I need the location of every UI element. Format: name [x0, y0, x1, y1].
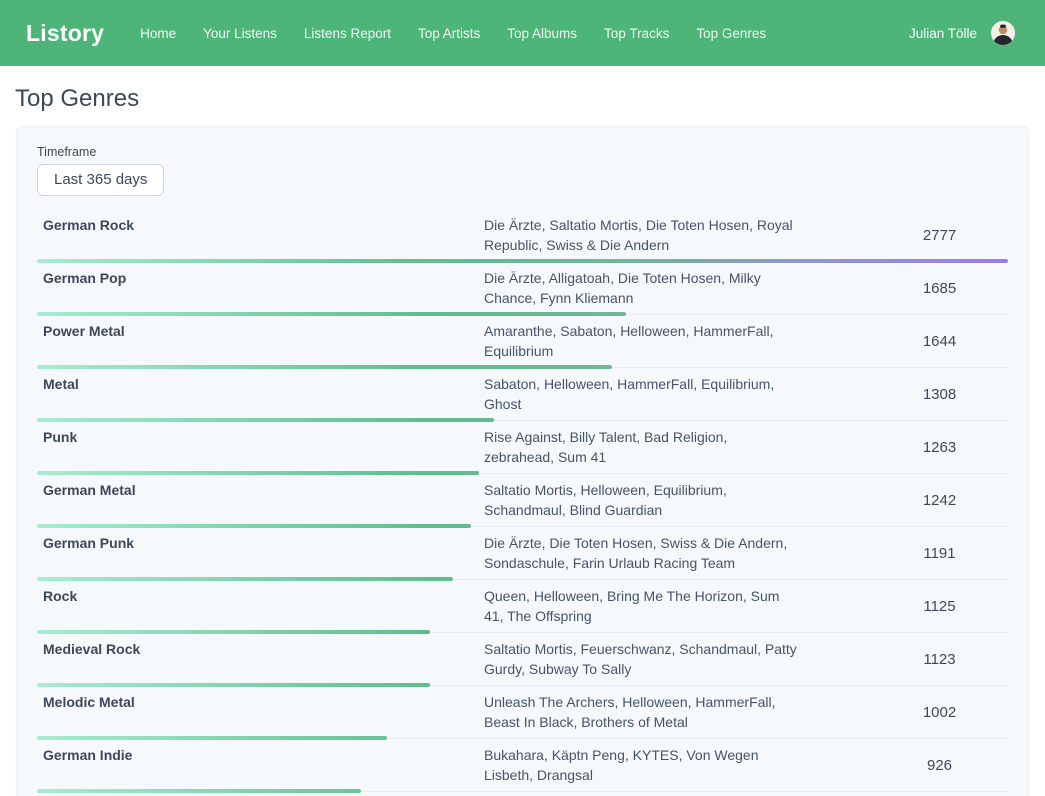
nav-item-top-genres[interactable]: Top Genres — [696, 26, 766, 41]
nav-item-top-tracks[interactable]: Top Tracks — [604, 26, 669, 41]
genre-artists: Saltatio Mortis, Helloween, Equilibrium,… — [484, 480, 799, 520]
top-genres-card: Timeframe Last 365 days German Rock Die … — [16, 126, 1029, 796]
user-photo-icon — [991, 21, 1015, 45]
genre-artists: Die Ärzte, Alligatoah, Die Toten Hosen, … — [484, 268, 799, 308]
timeframe-select[interactable]: Last 365 days — [37, 164, 164, 196]
table-row: German Punk Die Ärzte, Die Toten Hosen, … — [37, 527, 1008, 580]
genre-count: 1263 — [799, 439, 1008, 456]
genre-artists: Die Ärzte, Saltatio Mortis, Die Toten Ho… — [484, 215, 799, 255]
user-avatar[interactable] — [991, 21, 1015, 45]
app-logo[interactable]: Listory — [26, 20, 104, 47]
page-title: Top Genres — [15, 85, 1029, 113]
genre-count: 1123 — [799, 651, 1008, 668]
genre-count: 1644 — [799, 333, 1008, 350]
user-name[interactable]: Julian Tölle — [909, 26, 977, 41]
genre-artists: Saltatio Mortis, Feuerschwanz, Schandmau… — [484, 639, 799, 679]
main-navigation: Home Your Listens Listens Report Top Art… — [140, 26, 766, 41]
genre-name: German Indie — [37, 745, 484, 785]
nav-item-home[interactable]: Home — [140, 26, 176, 41]
table-row: Punk Rise Against, Billy Talent, Bad Rel… — [37, 421, 1008, 474]
nav-item-top-albums[interactable]: Top Albums — [507, 26, 577, 41]
genre-artists: Rise Against, Billy Talent, Bad Religion… — [484, 427, 799, 467]
genre-artists: Sabaton, Helloween, HammerFall, Equilibr… — [484, 374, 799, 414]
genre-table: German Rock Die Ärzte, Saltatio Mortis, … — [37, 209, 1008, 792]
genre-name: Medieval Rock — [37, 639, 484, 679]
genre-artists: Queen, Helloween, Bring Me The Horizon, … — [484, 586, 799, 626]
timeframe-label: Timeframe — [37, 145, 1008, 159]
genre-count: 1191 — [799, 545, 1008, 562]
nav-item-listens-report[interactable]: Listens Report — [304, 26, 391, 41]
genre-name: Punk — [37, 427, 484, 467]
table-row: German Rock Die Ärzte, Saltatio Mortis, … — [37, 209, 1008, 262]
genre-artists: Amaranthe, Sabaton, Helloween, HammerFal… — [484, 321, 799, 361]
genre-name: German Rock — [37, 215, 484, 255]
table-row: Power Metal Amaranthe, Sabaton, Hellowee… — [37, 315, 1008, 368]
genre-name: Rock — [37, 586, 484, 626]
genre-count: 1002 — [799, 704, 1008, 721]
nav-item-top-artists[interactable]: Top Artists — [418, 26, 480, 41]
genre-name: German Pop — [37, 268, 484, 308]
genre-name: German Metal — [37, 480, 484, 520]
top-navbar: Listory Home Your Listens Listens Report… — [0, 0, 1045, 66]
table-row: Metal Sabaton, Helloween, HammerFall, Eq… — [37, 368, 1008, 421]
genre-count: 1685 — [799, 280, 1008, 297]
table-row: German Pop Die Ärzte, Alligatoah, Die To… — [37, 262, 1008, 315]
genre-progress-bar — [37, 789, 361, 793]
table-row: Rock Queen, Helloween, Bring Me The Hori… — [37, 580, 1008, 633]
genre-artists: Die Ärzte, Die Toten Hosen, Swiss & Die … — [484, 533, 799, 573]
nav-item-your-listens[interactable]: Your Listens — [203, 26, 277, 41]
genre-count: 1308 — [799, 386, 1008, 403]
table-row: Melodic Metal Unleash The Archers, Hello… — [37, 686, 1008, 739]
genre-name: German Punk — [37, 533, 484, 573]
genre-count: 926 — [799, 757, 1008, 774]
table-row: German Metal Saltatio Mortis, Helloween,… — [37, 474, 1008, 527]
genre-name: Metal — [37, 374, 484, 414]
genre-artists: Unleash The Archers, Helloween, HammerFa… — [484, 692, 799, 732]
genre-name: Melodic Metal — [37, 692, 484, 732]
genre-count: 2777 — [799, 227, 1008, 244]
genre-name: Power Metal — [37, 321, 484, 361]
genre-count: 1242 — [799, 492, 1008, 509]
table-row: Medieval Rock Saltatio Mortis, Feuerschw… — [37, 633, 1008, 686]
table-row: German Indie Bukahara, Käptn Peng, KYTES… — [37, 739, 1008, 792]
genre-artists: Bukahara, Käptn Peng, KYTES, Von Wegen L… — [484, 745, 799, 785]
timeframe-control: Timeframe Last 365 days — [37, 145, 1008, 196]
genre-count: 1125 — [799, 598, 1008, 615]
